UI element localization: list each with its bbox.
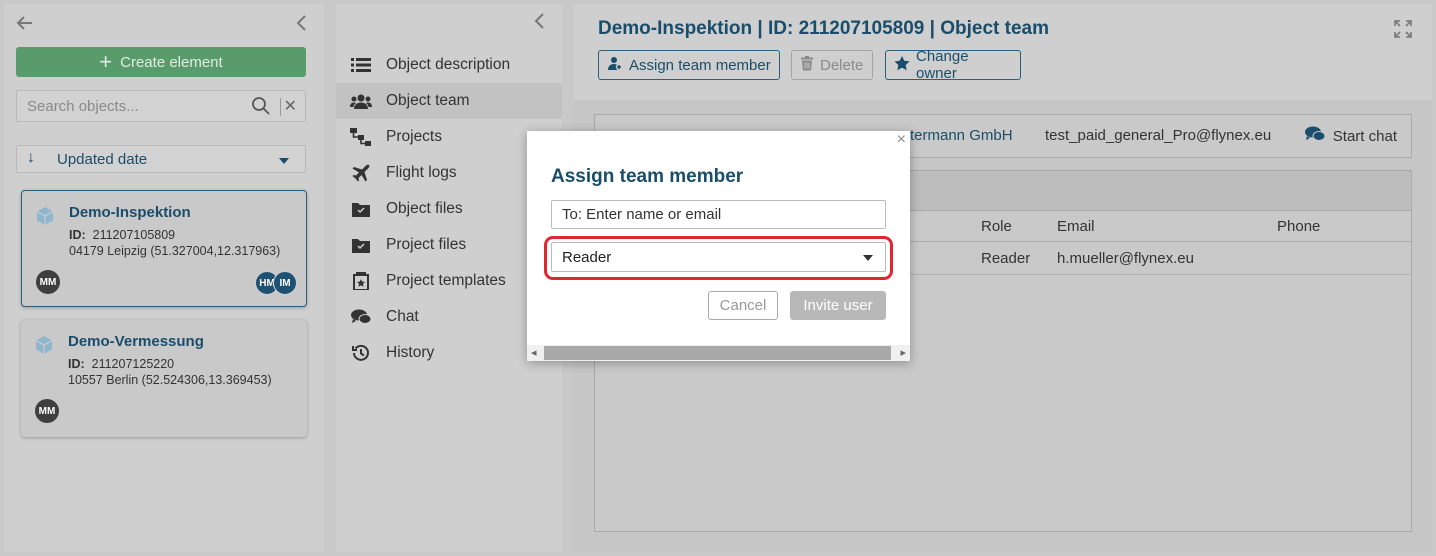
avatar-team-member: IM: [273, 271, 297, 295]
expand-icon[interactable]: [1394, 20, 1412, 38]
team-icon: [336, 93, 386, 109]
folder-icon: [336, 201, 386, 217]
assign-team-member-dialog: × Assign team member To: Enter name or e…: [527, 131, 910, 361]
search-placeholder: Search objects...: [27, 98, 139, 115]
start-chat-label: Start chat: [1332, 127, 1397, 145]
scrollbar-thumb[interactable]: [544, 346, 891, 360]
nav-item-label: Project templates: [386, 272, 506, 289]
clear-search-icon[interactable]: ✕: [284, 96, 297, 116]
template-icon: [336, 272, 386, 290]
folder-icon: [336, 237, 386, 253]
plane-icon: [336, 164, 386, 182]
delete-button[interactable]: Delete: [791, 50, 873, 80]
page-title: Demo-Inspektion | ID: 211207105809 | Obj…: [598, 18, 1049, 39]
collapse-left-icon[interactable]: [294, 14, 308, 36]
nav-item-label: Object description: [386, 56, 511, 73]
delete-label: Delete: [820, 56, 864, 74]
search-icon[interactable]: [251, 96, 271, 116]
nav-item-label: History: [386, 344, 435, 361]
back-arrow-icon[interactable]: [16, 14, 34, 36]
close-icon[interactable]: ×: [897, 131, 906, 149]
object-card-demo-inspektion[interactable]: Demo-Inspektion ID: 211207105809 04179 L…: [21, 190, 307, 307]
create-element-button[interactable]: + Create element: [16, 47, 306, 77]
nav-item-label: Chat: [386, 308, 419, 325]
card-title: Demo-Vermessung: [68, 333, 204, 350]
add-user-icon: [607, 55, 623, 75]
search-input[interactable]: Search objects... ✕: [16, 90, 306, 122]
owner-email: test_paid_general_Pro@flynex.eu: [1045, 127, 1272, 144]
search-divider: [280, 98, 281, 116]
card-id: ID: 211207125220: [68, 357, 175, 371]
hierarchy-icon: [336, 128, 386, 146]
owner-company[interactable]: termann GmbH: [910, 127, 1013, 144]
nav-item-label: Object team: [386, 92, 470, 109]
object-card-demo-vermessung[interactable]: Demo-Vermessung ID: 211207125220 10557 B…: [21, 320, 307, 437]
assign-label: Assign team member: [629, 56, 771, 74]
change-owner-label: Change owner: [916, 48, 969, 82]
nav-item-label: Project files: [386, 236, 467, 253]
change-owner-button[interactable]: Change owner: [885, 48, 1021, 82]
card-title: Demo-Inspektion: [69, 204, 191, 221]
scroll-right-icon[interactable]: ▸: [900, 346, 906, 359]
chat-icon: [336, 309, 386, 325]
role-select-value: Reader: [562, 249, 612, 266]
trash-icon: [800, 55, 814, 75]
cancel-button[interactable]: Cancel: [708, 291, 778, 320]
sort-direction-icon[interactable]: ↓: [27, 149, 35, 167]
object-list-panel: + Create element Search objects... ✕ ↓ U…: [4, 4, 324, 552]
star-icon: [894, 55, 910, 75]
horizontal-scrollbar[interactable]: ◂ ▸: [527, 345, 910, 361]
invite-user-button[interactable]: Invite user: [790, 291, 886, 320]
column-header-role[interactable]: Role: [981, 218, 1012, 235]
nav-item-object-team[interactable]: Object team: [336, 83, 562, 119]
dialog-title: Assign team member: [551, 166, 744, 187]
chevron-down-icon: [279, 158, 289, 164]
nav-item-label: Object files: [386, 200, 463, 217]
card-location: 10557 Berlin (52.524306,13.369453): [68, 373, 272, 387]
table-cell-email: h.mueller@flynex.eu: [1057, 250, 1194, 267]
collapse-nav-icon[interactable]: [532, 12, 546, 34]
column-header-phone[interactable]: Phone: [1277, 218, 1320, 235]
cube-icon: [34, 205, 56, 227]
role-select[interactable]: Reader: [551, 242, 886, 272]
scroll-left-icon[interactable]: ◂: [531, 346, 537, 359]
create-element-label: Create element: [120, 53, 223, 71]
nav-item-label: Projects: [386, 128, 442, 145]
card-location: 04179 Leipzig (51.327004,12.317963): [69, 244, 281, 258]
sort-label: Updated date: [57, 151, 148, 168]
chevron-down-icon: [863, 255, 873, 261]
card-id: ID: 211207105809: [69, 228, 176, 242]
chat-icon: [1304, 126, 1326, 146]
history-icon: [336, 344, 386, 362]
plus-icon: +: [99, 49, 113, 74]
nav-item-object-description[interactable]: Object description: [336, 47, 562, 83]
column-header-email[interactable]: Email: [1057, 218, 1095, 235]
start-chat-button[interactable]: Start chat: [1304, 126, 1397, 146]
nav-item-label: Flight logs: [386, 164, 457, 181]
table-cell-role: Reader: [981, 250, 1031, 267]
avatar: MM: [35, 399, 59, 423]
sort-select[interactable]: ↓ Updated date: [16, 145, 306, 173]
recipient-input[interactable]: To: Enter name or email: [551, 200, 886, 229]
avatar: MM: [36, 270, 60, 294]
assign-team-member-button[interactable]: Assign team member: [598, 50, 780, 80]
cube-icon: [33, 334, 55, 356]
list-icon: [336, 57, 386, 73]
